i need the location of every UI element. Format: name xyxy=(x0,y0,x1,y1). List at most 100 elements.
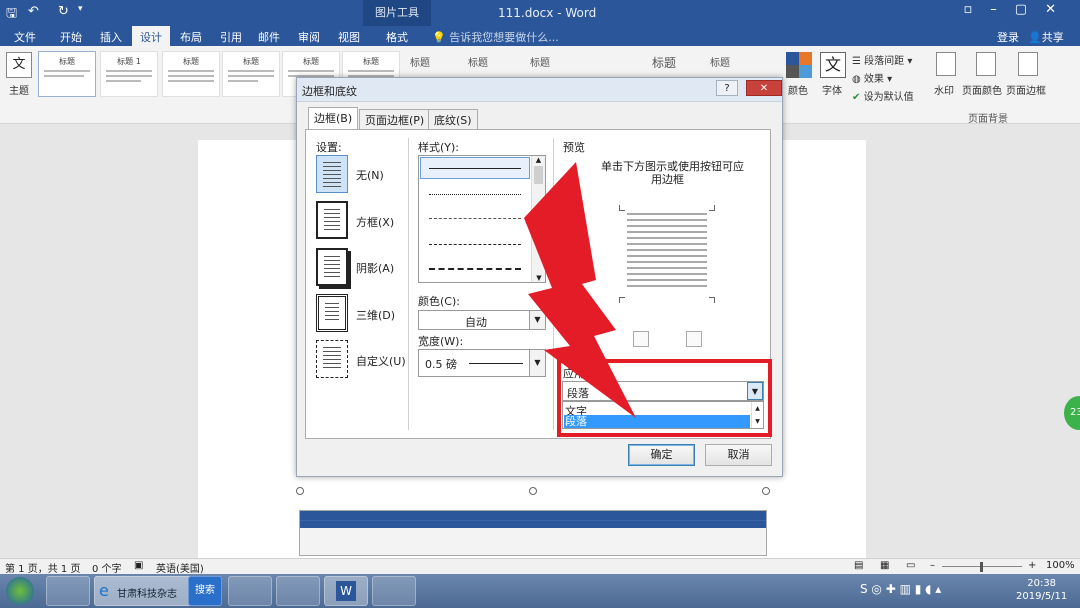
effects-icon: ◍ xyxy=(852,74,861,85)
style-thumb-2[interactable]: 标题 1 xyxy=(100,51,158,97)
ok-button[interactable]: 确定 xyxy=(628,444,695,466)
watermark-icon[interactable] xyxy=(936,52,956,76)
resize-handle[interactable] xyxy=(762,487,770,495)
style-thumb-3[interactable]: 标题 xyxy=(162,51,220,97)
tab-mailings[interactable]: 邮件 xyxy=(258,29,280,45)
document-title: 111.docx - Word xyxy=(498,6,597,20)
tab-insert[interactable]: 插入 xyxy=(100,29,122,45)
taskbar-app-icon[interactable] xyxy=(46,576,90,606)
share-button[interactable]: 👤共享 xyxy=(1028,29,1064,45)
line-style-dash[interactable] xyxy=(429,244,521,245)
tab-file[interactable]: 文件 xyxy=(14,29,36,45)
effects-button[interactable]: ◍ 效果 ▾ xyxy=(852,70,892,85)
zoom-in-icon[interactable]: + xyxy=(1028,560,1036,571)
search-button[interactable]: 搜索 xyxy=(188,576,222,606)
save-icon[interactable]: 🖫 xyxy=(6,4,17,26)
setting-box-label[interactable]: 方框(X) xyxy=(356,214,394,230)
taskbar-app-icon[interactable] xyxy=(372,576,416,606)
theme-icon[interactable]: 文 xyxy=(6,52,32,78)
style-head[interactable]: 标题 xyxy=(530,54,550,69)
tab-format[interactable]: 格式 xyxy=(386,29,408,45)
style-thumb-4[interactable]: 标题 xyxy=(222,51,280,97)
language-indicator[interactable]: 英语(美国) xyxy=(156,560,204,575)
theme-label: 主题 xyxy=(9,86,29,97)
line-style-dotted[interactable] xyxy=(429,194,521,195)
tab-layout[interactable]: 布局 xyxy=(180,29,202,45)
page-borders-icon[interactable] xyxy=(1018,52,1038,76)
paragraph-spacing-icon: ☰ xyxy=(852,56,861,67)
zoom-out-icon[interactable]: – xyxy=(930,560,935,571)
setting-custom-icon[interactable] xyxy=(316,340,348,378)
colors-icon[interactable] xyxy=(786,52,812,78)
line-style-solid[interactable] xyxy=(429,168,521,169)
setting-custom-label[interactable]: 自定义(U) xyxy=(356,353,406,369)
print-layout-icon[interactable]: ▦ xyxy=(880,560,889,571)
tray-icons[interactable]: S ◎ ✚ ▥ ▮ ◖ ▴ xyxy=(860,582,941,596)
setting-box-icon[interactable] xyxy=(316,201,348,239)
cancel-button[interactable]: 取消 xyxy=(705,444,772,466)
page-color-label[interactable]: 页面颜色 xyxy=(962,82,1002,97)
resize-handle[interactable] xyxy=(296,487,304,495)
setting-shadow-icon[interactable] xyxy=(316,248,348,286)
qat-customize-icon[interactable]: ▾ xyxy=(78,4,83,14)
style-head[interactable]: 标题 xyxy=(410,54,430,69)
taskbar-folder-icon[interactable] xyxy=(276,576,320,606)
web-layout-icon[interactable]: ▭ xyxy=(906,560,915,571)
embedded-screenshot-image[interactable] xyxy=(299,510,767,556)
title-bar: 🖫 ↶ ↻ ▾ 图片工具 111.docx - Word ▫–▢✕ xyxy=(0,0,1080,26)
set-default-button[interactable]: ✔ 设为默认值 xyxy=(852,88,914,103)
tab-references[interactable]: 引用 xyxy=(220,29,242,45)
width-label: 宽度(W): xyxy=(418,335,464,348)
system-clock[interactable]: 20:38 2019/5/11 xyxy=(1016,577,1067,603)
window-controls[interactable]: ▫–▢✕ xyxy=(964,2,1075,17)
setting-none-label[interactable]: 无(N) xyxy=(356,167,384,183)
setting-3d-icon[interactable] xyxy=(316,294,348,332)
proofing-icon[interactable]: ▣ xyxy=(134,560,143,571)
picture-tools-context: 图片工具 xyxy=(363,0,431,26)
read-mode-icon[interactable]: ▤ xyxy=(854,560,863,571)
line-style-dash-dot[interactable] xyxy=(429,268,521,270)
tab-home[interactable]: 开始 xyxy=(60,29,82,45)
page-borders-label[interactable]: 页面边框 xyxy=(1006,82,1046,97)
tab-view[interactable]: 视图 xyxy=(338,29,360,45)
apply-list-scrollbar[interactable]: ▲ ▼ xyxy=(751,402,763,428)
tab-design[interactable]: 设计 xyxy=(132,26,170,46)
lightning-annotation xyxy=(524,162,636,418)
fonts-icon[interactable]: 文 xyxy=(820,52,846,78)
start-button-icon[interactable] xyxy=(6,577,34,605)
login-link[interactable]: 登录 xyxy=(997,29,1019,45)
taskbar-360-icon[interactable] xyxy=(228,576,272,606)
lightbulb-icon: 💡 xyxy=(432,31,446,44)
page-count[interactable]: 第 1 页，共 1 页 xyxy=(5,560,80,575)
tab-review[interactable]: 审阅 xyxy=(298,29,320,45)
help-button[interactable]: ? xyxy=(716,80,738,96)
tab-borders[interactable]: 边框(B) xyxy=(308,107,359,129)
page-color-icon[interactable] xyxy=(976,52,996,76)
style-head[interactable]: 标题 xyxy=(652,54,676,71)
line-style-fine-dash[interactable] xyxy=(429,218,521,219)
watermark-label[interactable]: 水印 xyxy=(934,82,954,97)
taskbar-word-icon[interactable]: W xyxy=(324,576,368,606)
style-head[interactable]: 标题 xyxy=(710,54,730,69)
dialog-close-button[interactable]: ✕ xyxy=(746,80,782,96)
tell-me-search[interactable]: 💡 告诉我您想要做什么... xyxy=(432,29,559,45)
zoom-slider-thumb[interactable] xyxy=(980,562,983,572)
zoom-level[interactable]: 100% xyxy=(1046,560,1075,571)
ie-icon: e xyxy=(99,581,109,600)
resize-handle[interactable] xyxy=(529,487,537,495)
word-count[interactable]: 0 个字 xyxy=(92,560,122,575)
status-bar: 第 1 页，共 1 页 0 个字 ▣ 英语(美国) ▤ ▦ ▭ – + 100% xyxy=(0,558,1080,575)
tab-shading[interactable]: 底纹(S) xyxy=(428,109,478,129)
chevron-down-icon[interactable]: ▼ xyxy=(747,382,763,400)
setting-shadow-label[interactable]: 阴影(A) xyxy=(356,260,394,276)
border-right-button-icon[interactable] xyxy=(686,331,702,347)
setting-3d-label[interactable]: 三维(D) xyxy=(356,307,395,323)
divider xyxy=(408,138,409,430)
redo-icon[interactable]: ↻ xyxy=(58,4,69,19)
style-head[interactable]: 标题 xyxy=(468,54,488,69)
setting-none-icon[interactable] xyxy=(316,155,348,193)
undo-icon[interactable]: ↶ xyxy=(28,4,39,19)
paragraph-spacing-button[interactable]: ☰ 段落间距 ▾ xyxy=(852,52,912,67)
tab-page-borders[interactable]: 页面边框(P) xyxy=(359,109,431,129)
style-thumb-1[interactable]: 标题 xyxy=(38,51,96,97)
